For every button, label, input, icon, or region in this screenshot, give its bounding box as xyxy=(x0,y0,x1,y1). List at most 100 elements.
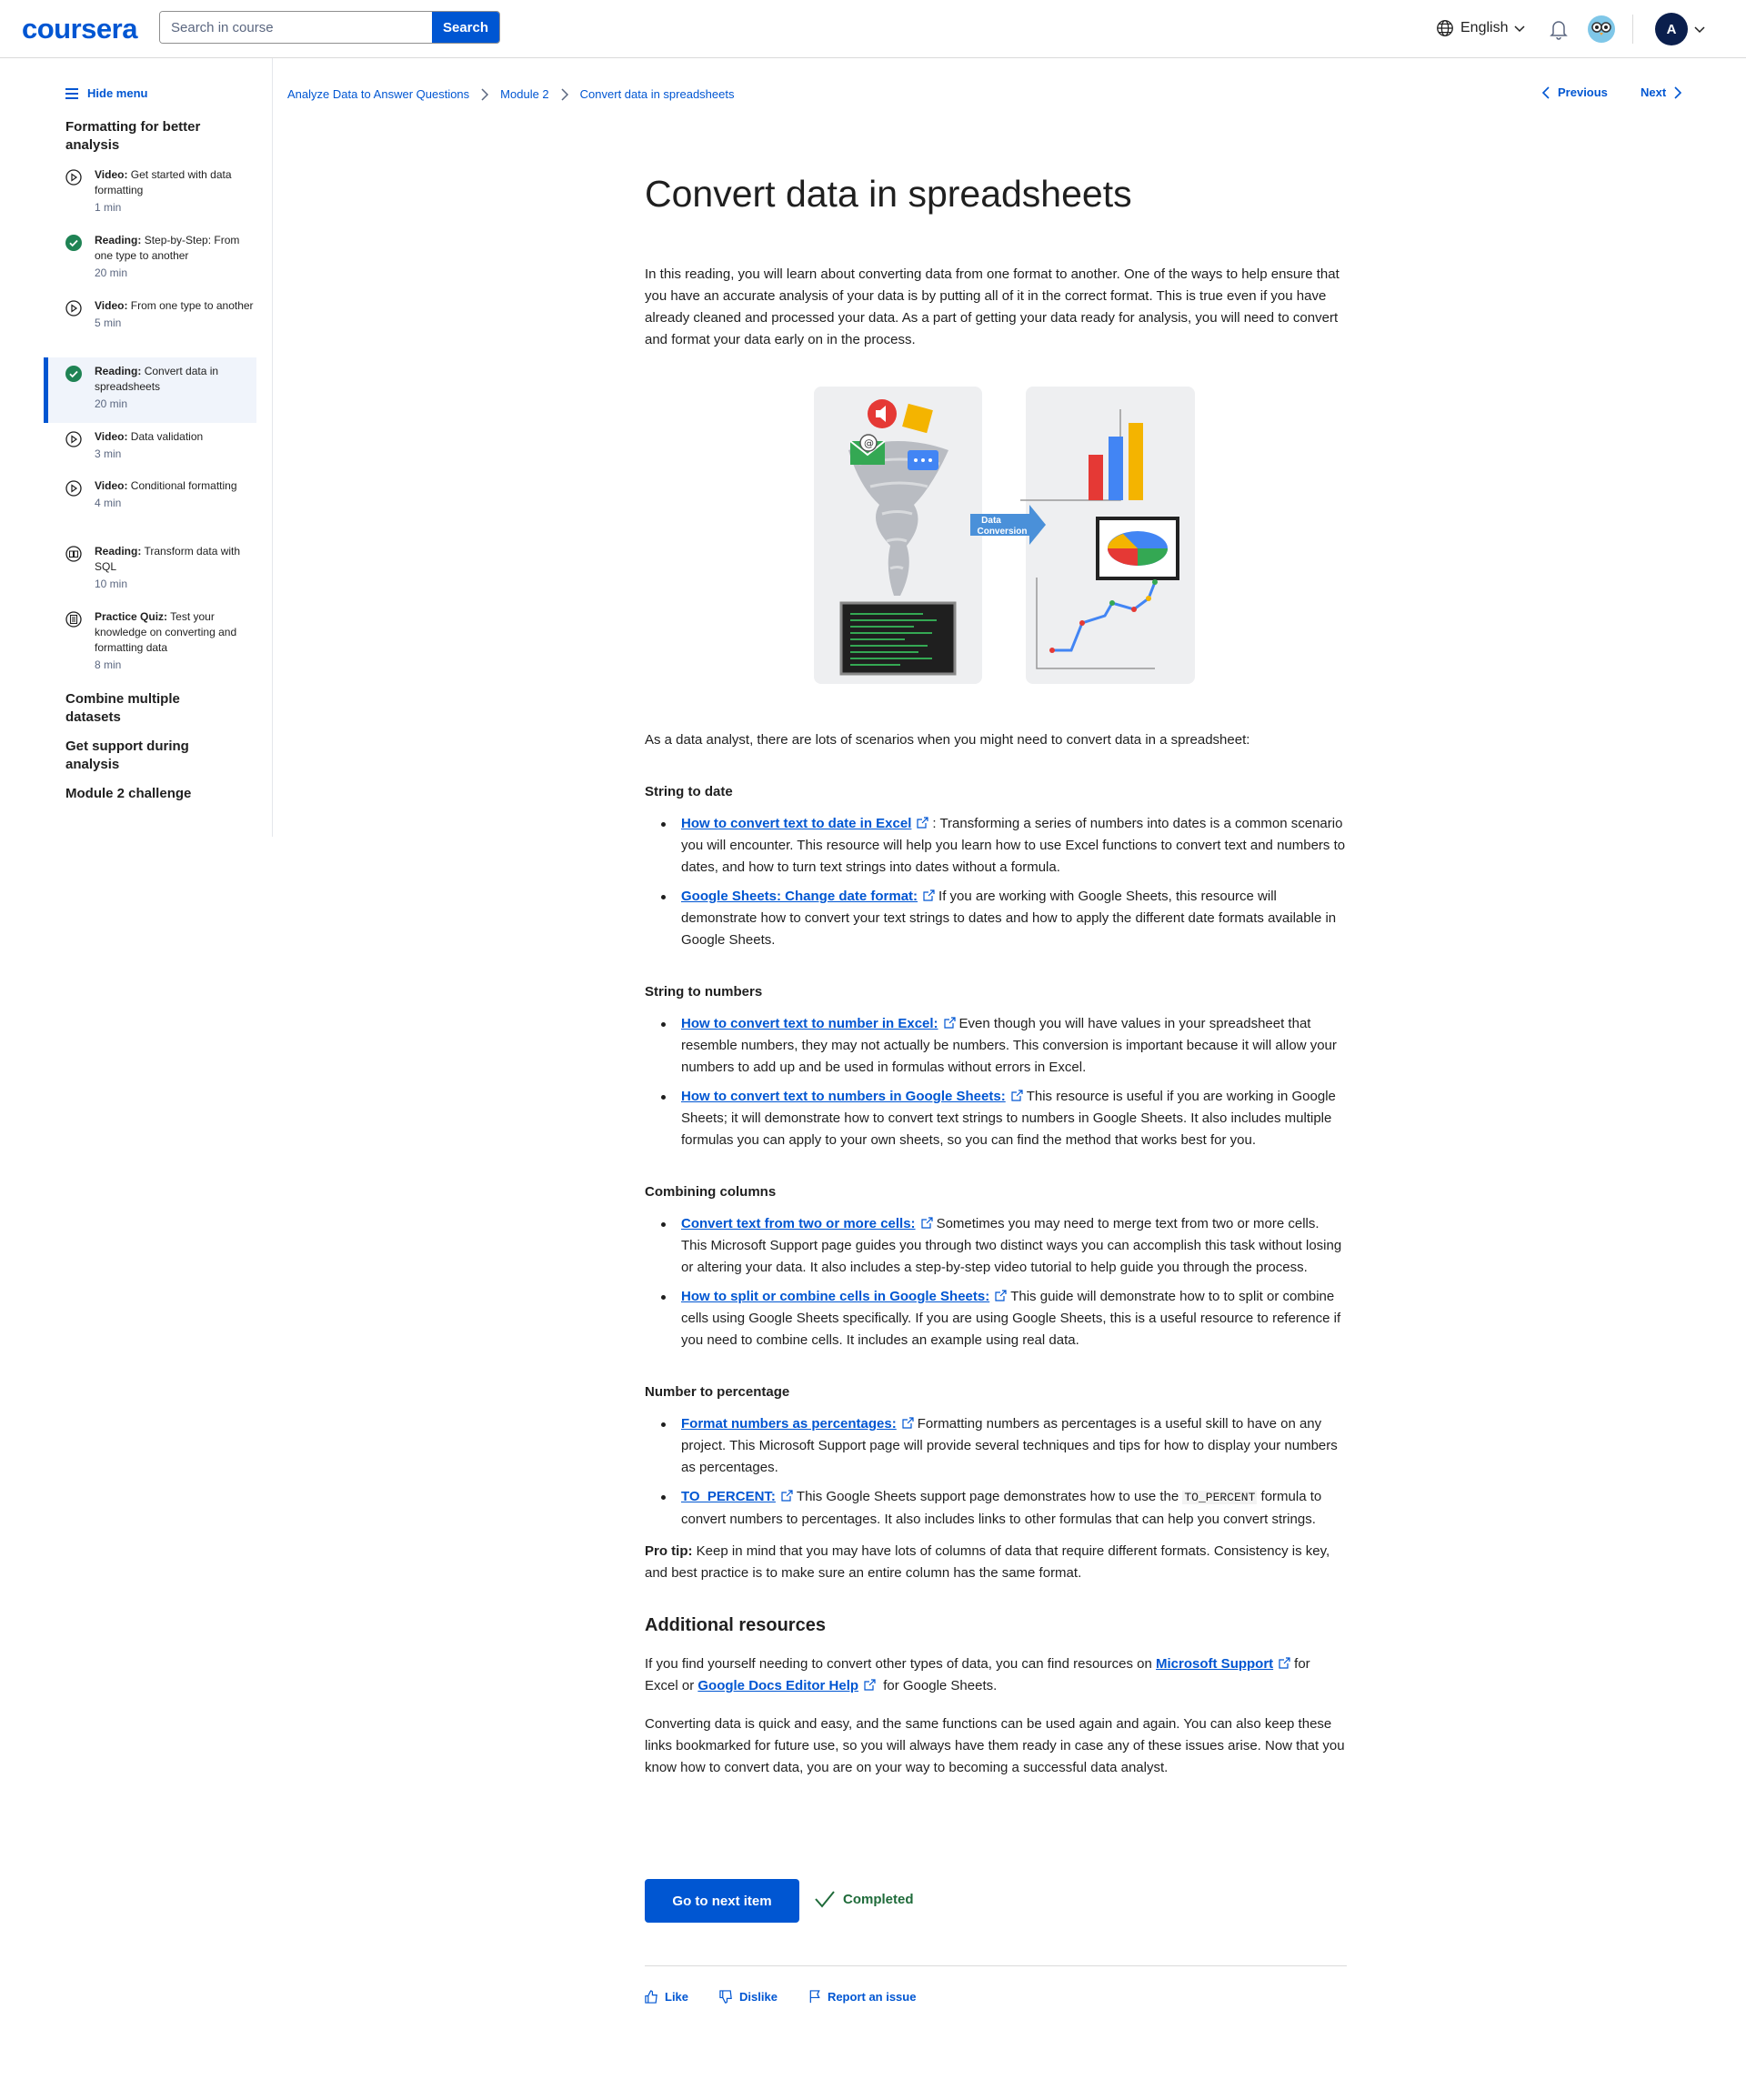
sidebar-item-from-one-type[interactable]: Video: From one type to another 5 min xyxy=(44,298,256,355)
link-convert-text-to-numbers-sheets[interactable]: How to convert text to numbers in Google… xyxy=(681,1089,1006,1104)
breadcrumb-course[interactable]: Analyze Data to Answer Questions xyxy=(287,87,469,101)
language-label: English xyxy=(1460,20,1509,35)
dislike-button[interactable]: Dislike xyxy=(719,1990,778,2004)
breadcrumb: Analyze Data to Answer Questions Module … xyxy=(287,87,734,101)
breadcrumb-current[interactable]: Convert data in spreadsheets xyxy=(580,87,735,101)
module-link-get-support[interactable]: Get support during analysis xyxy=(65,738,229,774)
completed-label: Completed xyxy=(843,1891,914,1907)
list-item: Convert text from two or more cells: Some… xyxy=(645,1213,1347,1279)
list-item: TO_PERCENT: This Google Sheets support pa… xyxy=(645,1486,1347,1531)
section-heading-string-to-numbers: String to numbers xyxy=(645,984,763,1000)
check-circle-icon xyxy=(65,235,82,251)
sidebar-item-label: Practice Quiz: Test your knowledge on co… xyxy=(95,610,237,654)
feedback-bar: Like Dislike Report an issue xyxy=(645,1990,916,2004)
report-issue-button[interactable]: Report an issue xyxy=(808,1990,916,2004)
list-item: Google Sheets: Change date format: If you… xyxy=(645,886,1347,951)
next-button[interactable]: Next xyxy=(1641,85,1682,99)
chevron-right-icon xyxy=(1674,85,1682,99)
sidebar-item-label: Video: From one type to another xyxy=(95,299,254,312)
list-item: How to convert text to date in Excel: Tr… xyxy=(645,813,1347,879)
next-label: Next xyxy=(1641,85,1667,99)
notifications-bell-icon[interactable] xyxy=(1549,18,1569,40)
language-selector[interactable]: English xyxy=(1435,18,1526,38)
external-link-icon xyxy=(943,1017,956,1029)
link-microsoft-support[interactable]: Microsoft Support xyxy=(1156,1656,1273,1672)
link-convert-text-to-date-excel[interactable]: How to convert text to date in Excel xyxy=(681,816,911,831)
external-link-icon xyxy=(1279,1657,1290,1669)
thumbs-up-icon xyxy=(645,1990,657,2004)
sidebar-item-duration: 4 min xyxy=(95,497,122,509)
search-button[interactable]: Search xyxy=(432,12,499,43)
completed-status: Completed xyxy=(814,1890,914,1908)
section-heading-string-to-date: String to date xyxy=(645,784,733,799)
globe-icon xyxy=(1437,20,1453,36)
resource-list-string-to-date: How to convert text to date in Excel: Tr… xyxy=(645,813,1347,959)
previous-button[interactable]: Previous xyxy=(1541,85,1608,99)
svg-text:@: @ xyxy=(864,437,874,449)
sidebar-item-step-by-step[interactable]: Reading: Step-by-Step: From one type to … xyxy=(44,233,256,289)
external-link-icon xyxy=(1011,1090,1023,1101)
like-button[interactable]: Like xyxy=(645,1990,688,2004)
sidebar-item-get-started[interactable]: Video: Get started with data formatting … xyxy=(44,167,256,224)
external-link-icon xyxy=(917,817,928,829)
go-to-next-item-button[interactable]: Go to next item xyxy=(645,1879,799,1923)
link-google-sheets-change-date[interactable]: Google Sheets: Change date format: xyxy=(681,889,918,904)
coach-owl-icon[interactable] xyxy=(1587,15,1616,44)
search-input[interactable] xyxy=(160,12,432,43)
external-link-icon xyxy=(864,1679,876,1691)
link-format-numbers-percentages[interactable]: Format numbers as percentages: xyxy=(681,1416,897,1432)
sidebar-item-duration: 20 min xyxy=(95,397,128,410)
link-convert-text-to-number-excel[interactable]: How to convert text to number in Excel: xyxy=(681,1016,938,1031)
list-item: How to convert text to numbers in Google… xyxy=(645,1086,1347,1151)
sidebar-item-duration: 10 min xyxy=(95,578,128,590)
chevron-down-icon xyxy=(1694,26,1705,34)
play-icon xyxy=(65,431,82,447)
sidebar-item-data-validation[interactable]: Video: Data validation 3 min xyxy=(44,429,256,469)
sidebar-item-duration: 8 min xyxy=(95,658,122,671)
hamburger-icon xyxy=(65,87,78,99)
sidebar-item-duration: 5 min xyxy=(95,317,122,329)
resource-list-string-to-numbers: How to convert text to number in Excel: E… xyxy=(645,1013,1347,1159)
sidebar-item-duration: 1 min xyxy=(95,201,122,214)
additional-resources-heading: Additional resources xyxy=(645,1615,826,1635)
resource-list-combining-columns: Convert text from two or more cells: Some… xyxy=(645,1213,1347,1359)
link-convert-text-two-cells[interactable]: Convert text from two or more cells: xyxy=(681,1216,916,1231)
external-link-icon xyxy=(920,1217,933,1229)
external-link-icon xyxy=(995,1290,1007,1301)
sidebar-item-practice-quiz[interactable]: Practice Quiz: Test your knowledge on co… xyxy=(44,609,256,682)
module-title[interactable]: Formatting for better analysis xyxy=(65,118,229,155)
module-link-combine-datasets[interactable]: Combine multiple datasets xyxy=(65,690,229,727)
hide-menu-button[interactable]: Hide menu xyxy=(65,86,147,100)
breadcrumb-module[interactable]: Module 2 xyxy=(500,87,548,101)
module-link-module-2-challenge[interactable]: Module 2 challenge xyxy=(65,785,229,803)
sidebar-item-label: Reading: Step-by-Step: From one type to … xyxy=(95,234,240,262)
link-split-combine-cells-sheets[interactable]: How to split or combine cells in Google … xyxy=(681,1289,989,1304)
pro-tip-label: Pro tip: xyxy=(645,1543,693,1559)
intro-paragraph: In this reading, you will learn about co… xyxy=(645,266,1340,347)
header-divider xyxy=(1632,15,1633,44)
coursera-logo[interactable]: coursera xyxy=(22,13,137,45)
link-to-percent[interactable]: TO_PERCENT: xyxy=(681,1489,776,1504)
thumbs-down-icon xyxy=(719,1990,732,2004)
list-item: How to convert text to number in Excel: E… xyxy=(645,1013,1347,1079)
previous-label: Previous xyxy=(1558,85,1608,99)
lead-paragraph: As a data analyst, there are lots of sce… xyxy=(645,732,1250,748)
section-heading-number-to-percentage: Number to percentage xyxy=(645,1384,790,1400)
account-menu[interactable]: A xyxy=(1655,13,1706,45)
link-google-docs-editor-help[interactable]: Google Docs Editor Help xyxy=(697,1678,858,1693)
sidebar-item-convert-data[interactable]: Reading: Convert data in spreadsheets 20… xyxy=(44,357,256,423)
top-header: coursera Search English A xyxy=(0,0,1746,58)
sidebar-item-duration: 3 min xyxy=(95,447,122,460)
sidebar-item-transform-sql[interactable]: Reading: Transform data with SQL 10 min xyxy=(44,544,256,600)
quiz-icon xyxy=(65,611,82,628)
search-bar: Search xyxy=(159,11,500,44)
section-heading-combining-columns: Combining columns xyxy=(645,1184,777,1200)
footer-divider xyxy=(645,1965,1347,1966)
sidebar-item-label: Video: Conditional formatting xyxy=(95,479,237,492)
chevron-down-icon xyxy=(1514,25,1526,33)
external-link-icon xyxy=(923,889,935,901)
sidebar-item-label: Reading: Transform data with SQL xyxy=(95,545,241,573)
sidebar-item-label: Video: Data validation xyxy=(95,430,204,443)
sidebar-item-conditional-formatting[interactable]: Video: Conditional formatting 4 min xyxy=(44,478,256,535)
chevron-right-icon xyxy=(481,87,489,101)
